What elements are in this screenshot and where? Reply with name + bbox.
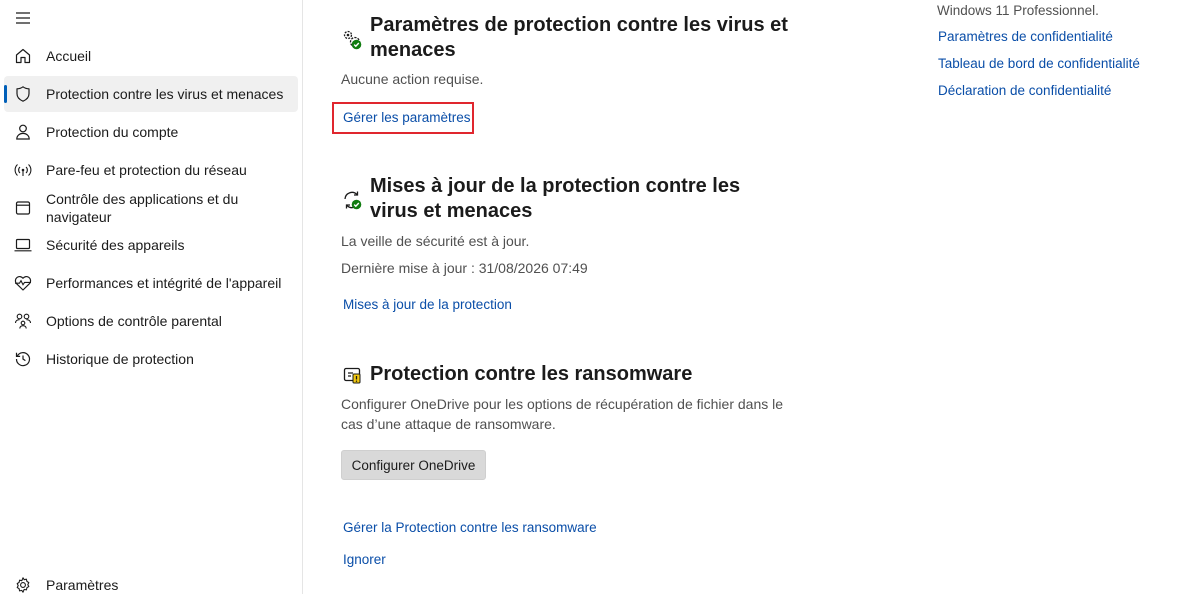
protection-updates-link[interactable]: Mises à jour de la protection	[343, 297, 512, 312]
windows-edition-text: Windows 11 Professionnel.	[937, 3, 1099, 18]
sidebar-item-label: Performances et intégrité de l'appareil	[46, 275, 282, 291]
sidebar-item-device-security[interactable]: Sécurité des appareils	[4, 227, 298, 263]
sidebar-item-app-browser-control[interactable]: Contrôle des applications et du navigate…	[4, 188, 298, 228]
sidebar-item-protection-history[interactable]: Historique de protection	[4, 341, 298, 377]
ransomware-title: Protection contre les ransomware	[370, 363, 693, 385]
navigation-sidebar: Accueil Protection contre les virus et m…	[0, 0, 303, 594]
sidebar-item-label: Paramètres	[46, 577, 119, 593]
sidebar-item-label: Options de contrôle parental	[46, 313, 222, 329]
sidebar-item-label: Historique de protection	[46, 351, 194, 367]
refresh-check-icon	[340, 188, 364, 212]
sidebar-item-firewall[interactable]: Pare-feu et protection du réseau	[4, 152, 298, 188]
last-update-text: Dernière mise à jour : 31/08/2026 07:49	[341, 260, 588, 276]
updates-status: La veille de sécurité est à jour.	[341, 233, 530, 249]
sidebar-item-label: Protection contre les virus et menaces	[46, 86, 284, 102]
privacy-dashboard-link[interactable]: Tableau de bord de confidentialité	[938, 56, 1140, 71]
updates-title: Mises à jour de la protection contre les…	[370, 175, 741, 222]
sidebar-item-family-options[interactable]: Options de contrôle parental	[4, 303, 298, 339]
history-icon	[12, 348, 34, 370]
selection-indicator	[4, 85, 7, 103]
gear-icon	[12, 574, 34, 596]
sidebar-item-settings[interactable]: Paramètres	[4, 567, 298, 603]
sidebar-item-label: Pare-feu et protection du réseau	[46, 162, 247, 178]
virus-settings-status: Aucune action requise.	[341, 71, 484, 87]
shield-icon	[12, 83, 34, 105]
laptop-icon	[12, 234, 34, 256]
family-icon	[12, 310, 34, 332]
sidebar-item-device-performance[interactable]: Performances et intégrité de l'appareil	[4, 265, 298, 301]
ignore-link[interactable]: Ignorer	[343, 552, 386, 567]
heart-pulse-icon	[12, 272, 34, 294]
hamburger-menu-icon[interactable]	[12, 8, 34, 28]
app-window-icon	[12, 197, 34, 219]
privacy-settings-link[interactable]: Paramètres de confidentialité	[938, 29, 1113, 44]
configure-onedrive-button[interactable]: Configurer OneDrive	[341, 450, 486, 480]
manage-ransomware-protection-link[interactable]: Gérer la Protection contre les ransomwar…	[343, 520, 597, 535]
sidebar-item-account-protection[interactable]: Protection du compte	[4, 114, 298, 150]
gears-check-icon	[340, 28, 364, 52]
ransomware-description: Configurer OneDrive pour les options de …	[341, 396, 784, 432]
sidebar-item-accueil[interactable]: Accueil	[4, 38, 298, 74]
wireless-signal-icon	[12, 159, 34, 181]
sidebar-item-virus-protection[interactable]: Protection contre les virus et menaces	[4, 76, 298, 112]
privacy-statement-link[interactable]: Déclaration de confidentialité	[938, 83, 1111, 98]
home-icon	[12, 45, 34, 67]
sidebar-item-label: Contrôle des applications et du navigate…	[46, 191, 239, 225]
ransomware-folder-icon	[340, 363, 364, 387]
sidebar-item-label: Sécurité des appareils	[46, 237, 185, 253]
sidebar-item-label: Protection du compte	[46, 124, 179, 140]
sidebar-item-label: Accueil	[46, 48, 92, 64]
virus-settings-title: Paramètres de protection contre les viru…	[370, 14, 788, 61]
manage-settings-link[interactable]: Gérer les paramètres	[343, 110, 471, 125]
person-icon	[12, 121, 34, 143]
